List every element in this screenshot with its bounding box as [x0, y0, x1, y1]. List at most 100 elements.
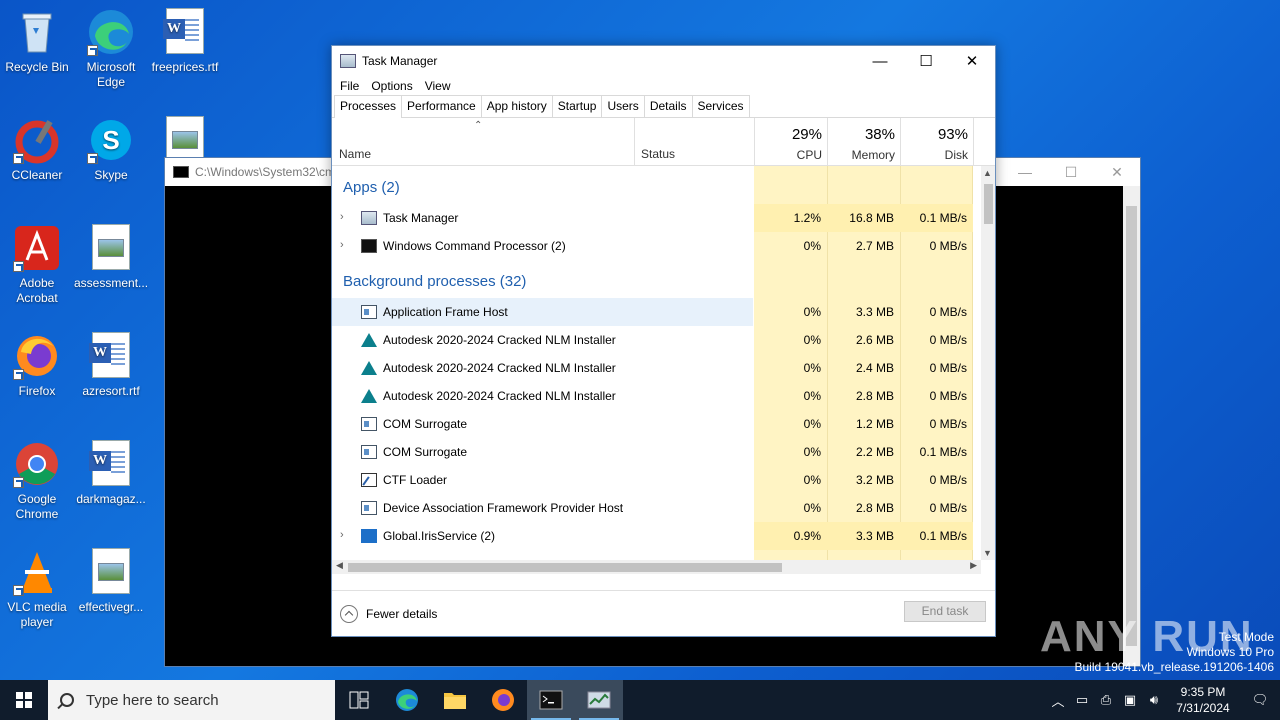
- console-icon: [361, 239, 377, 253]
- desktop-icon-skype[interactable]: S Skype: [74, 116, 148, 183]
- volume-icon[interactable]: 🔊︎: [1142, 692, 1166, 708]
- desktop-icon-acrobat[interactable]: Adobe Acrobat: [0, 224, 74, 306]
- column-status[interactable]: Status: [641, 147, 675, 161]
- clock-date: 7/31/2024: [1176, 701, 1230, 715]
- desktop-icon-effectivegr[interactable]: effectivegr...: [74, 548, 148, 615]
- column-disk[interactable]: 93% Disk: [900, 118, 974, 166]
- desktop-icon-freeprices[interactable]: W freeprices.rtf: [148, 8, 222, 75]
- group-header-apps[interactable]: Apps (2): [343, 179, 400, 196]
- process-row[interactable]: COM Surrogate 0% 2.2 MB 0.1 MB/s: [332, 438, 981, 466]
- console-minimize-button[interactable]: —: [1002, 158, 1048, 186]
- clock-time: 9:35 PM: [1180, 685, 1226, 699]
- word-document-icon: W: [87, 440, 135, 488]
- taskbar-file-explorer[interactable]: [431, 680, 479, 720]
- window-title: Task Manager: [362, 54, 438, 68]
- process-row[interactable]: Application Frame Host 0% 3.3 MB 0 MB/s: [332, 298, 981, 326]
- scroll-up-icon[interactable]: ▲: [983, 168, 992, 178]
- tab-app-history[interactable]: App history: [480, 95, 553, 117]
- column-cpu[interactable]: 29% CPU: [754, 118, 828, 166]
- chevron-up-icon: [340, 605, 358, 623]
- process-row[interactable]: Autodesk 2020-2024 Cracked NLM Installer…: [332, 354, 981, 382]
- console-close-button[interactable]: ✕: [1094, 158, 1140, 186]
- horizontal-scrollbar-thumb[interactable]: [348, 563, 782, 572]
- frame-icon: [361, 445, 377, 459]
- cpu-percent: 29%: [791, 126, 822, 143]
- taskbar-firefox[interactable]: [479, 680, 527, 720]
- group-header-background[interactable]: Background processes (32): [343, 273, 526, 290]
- minimize-button[interactable]: —: [857, 46, 903, 76]
- scroll-right-icon[interactable]: ▶: [970, 560, 977, 571]
- task-view-button[interactable]: [335, 680, 383, 720]
- desktop-icon-azresort[interactable]: W azresort.rtf: [74, 332, 148, 399]
- process-row[interactable]: › Global.IrisService (2) 0.9% 3.3 MB 0.1…: [332, 522, 981, 550]
- tab-details[interactable]: Details: [643, 95, 693, 117]
- edge-icon: [396, 689, 418, 711]
- desktop-icon-ccleaner[interactable]: CCleaner: [0, 116, 74, 183]
- desktop-icon-recycle-bin[interactable]: Recycle Bin: [0, 8, 74, 75]
- notification-icon[interactable]: 🗨︎: [1240, 692, 1280, 708]
- word-document-icon: W: [161, 8, 209, 56]
- scroll-left-icon[interactable]: ◀: [336, 560, 343, 571]
- firefox-icon: [492, 689, 514, 711]
- process-row[interactable]: COM Surrogate 0% 1.2 MB 0 MB/s: [332, 410, 981, 438]
- console-scrollbar[interactable]: [1123, 186, 1140, 666]
- network-icon[interactable]: ▣: [1118, 692, 1142, 708]
- process-row[interactable]: CTF Loader 0% 3.2 MB 0 MB/s: [332, 466, 981, 494]
- tab-performance[interactable]: Performance: [401, 95, 482, 117]
- task-view-icon: [349, 691, 369, 709]
- end-task-button[interactable]: End task: [904, 601, 986, 622]
- image-file-icon: [87, 224, 135, 272]
- scroll-down-icon[interactable]: ▼: [983, 548, 992, 558]
- tab-users[interactable]: Users: [601, 95, 645, 117]
- process-list[interactable]: Apps (2) › Task Manager 1.2% 16.8 MB 0.1…: [332, 166, 995, 560]
- process-row[interactable]: Device Association Framework Provider Ho…: [332, 494, 981, 522]
- tab-services[interactable]: Services: [691, 95, 750, 117]
- svg-text:S: S: [102, 125, 119, 155]
- process-row[interactable]: › Task Manager 1.2% 16.8 MB 0.1 MB/s: [332, 204, 981, 232]
- menu-file[interactable]: File: [334, 79, 365, 93]
- console-maximize-button[interactable]: ☐: [1048, 158, 1094, 186]
- desktop-icon-chrome[interactable]: Google Chrome: [0, 440, 74, 522]
- expand-chevron-icon[interactable]: ›: [340, 211, 344, 223]
- close-button[interactable]: ✕: [949, 46, 995, 76]
- desktop-icon-edge[interactable]: Microsoft Edge: [74, 8, 148, 90]
- search-box[interactable]: Type here to search: [48, 680, 335, 720]
- menu-view[interactable]: View: [419, 79, 457, 93]
- vertical-scrollbar[interactable]: ▲ ▼: [981, 166, 995, 560]
- chevron-up-icon[interactable]: ︿: [1046, 691, 1070, 710]
- desktop-icon-darkmagaz[interactable]: W darkmagaz...: [74, 440, 148, 507]
- clock[interactable]: 9:35 PM 7/31/2024: [1166, 684, 1240, 716]
- process-row[interactable]: Autodesk 2020-2024 Cracked NLM Installer…: [332, 326, 981, 354]
- desktop-icon-assessment[interactable]: assessment...: [74, 224, 148, 291]
- horizontal-scrollbar[interactable]: ◀ ▶: [332, 560, 981, 574]
- cpu-label: CPU: [796, 148, 822, 162]
- usb-icon[interactable]: ⎙: [1094, 692, 1118, 708]
- maximize-button[interactable]: ☐: [903, 46, 949, 76]
- column-memory[interactable]: 38% Memory: [827, 118, 901, 166]
- battery-icon[interactable]: ▭: [1070, 692, 1094, 708]
- desktop-icon-firefox[interactable]: Firefox: [0, 332, 74, 399]
- task-manager-icon: [587, 691, 611, 709]
- tab-processes[interactable]: Processes: [334, 95, 403, 118]
- process-row[interactable]: › Windows Command Processor (2) 0% 2.7 M…: [332, 232, 981, 260]
- expand-chevron-icon[interactable]: ›: [340, 529, 344, 541]
- task-manager-window[interactable]: Task Manager — ☐ ✕ File Options View Pro…: [331, 45, 996, 637]
- frame-icon: [361, 501, 377, 515]
- expand-chevron-icon[interactable]: ›: [340, 239, 344, 251]
- process-row[interactable]: Autodesk 2020-2024 Cracked NLM Installer…: [332, 382, 981, 410]
- column-name[interactable]: Name: [339, 147, 371, 161]
- taskbar-command-prompt[interactable]: [527, 680, 575, 720]
- fewer-details-button[interactable]: Fewer details: [340, 605, 437, 623]
- task-manager-titlebar[interactable]: Task Manager — ☐ ✕: [332, 46, 995, 76]
- ctf-icon: [361, 473, 377, 487]
- autodesk-icon: [361, 361, 377, 375]
- desktop-icon-vlc[interactable]: VLC media player: [0, 548, 74, 630]
- menu-options[interactable]: Options: [365, 79, 418, 93]
- tab-startup[interactable]: Startup: [551, 95, 603, 117]
- taskbar-task-manager[interactable]: [575, 680, 623, 720]
- taskbar-edge[interactable]: [383, 680, 431, 720]
- scrollbar-thumb[interactable]: [984, 184, 993, 224]
- start-button[interactable]: [0, 680, 48, 720]
- task-manager-icon: [340, 54, 356, 68]
- tab-bar: Processes Performance App history Startu…: [332, 95, 995, 118]
